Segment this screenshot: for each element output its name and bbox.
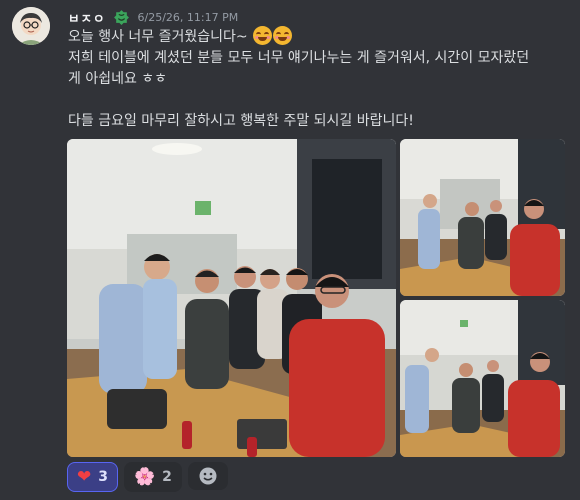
attachment-photo-top-right[interactable] xyxy=(400,139,565,296)
image-gallery xyxy=(67,139,565,457)
message-line: 저희 테이블에 계셨던 분들 모두 너무 얘기나누는 게 즐거워서, 시간이 모… xyxy=(68,50,530,66)
group-photo-top-right-image xyxy=(400,139,565,296)
reaction-heart-button[interactable]: ❤ 3 xyxy=(67,462,118,492)
reaction-blossom-button[interactable]: 🌸 2 xyxy=(124,462,182,492)
group-photo-bottom-right-image xyxy=(400,300,565,457)
smiling-face-emoji-icon xyxy=(273,26,293,45)
reaction-bar: ❤ 3 🌸 2 xyxy=(67,462,228,492)
add-reaction-smiley-icon xyxy=(199,467,217,485)
chat-message: ㅂㅈㅇ 6/25/26, 11:17 PM 오늘 행사 너무 즐거웠습니다~ 저… xyxy=(0,0,580,500)
message-timestamp[interactable]: 6/25/26, 11:17 PM xyxy=(138,11,239,24)
message-line: 오늘 행사 너무 즐거웠습니다~ xyxy=(68,26,568,48)
author-username[interactable]: ㅂㅈㅇ xyxy=(68,8,106,27)
user-avatar[interactable] xyxy=(12,7,50,45)
message-line xyxy=(68,90,568,111)
attachment-photo-bottom-right[interactable] xyxy=(400,300,565,457)
reaction-count: 3 xyxy=(98,469,108,485)
message-content: 오늘 행사 너무 즐거웠습니다~ 저희 테이블에 계셨던 분들 모두 너무 얘기… xyxy=(68,26,568,132)
cherry-blossom-icon: 🌸 xyxy=(134,466,156,487)
message-header: ㅂㅈㅇ 6/25/26, 11:17 PM xyxy=(68,8,238,26)
group-photo-large-image xyxy=(67,139,396,457)
server-badge-icon[interactable] xyxy=(113,9,130,26)
heart-icon: ❤ xyxy=(77,466,92,487)
reaction-count: 2 xyxy=(162,469,172,485)
add-reaction-button[interactable] xyxy=(187,462,228,490)
message-line: 다들 금요일 마무리 잘하시고 행복한 주말 되시길 바랍니다! xyxy=(68,113,414,129)
smiling-face-emoji-icon xyxy=(253,26,273,45)
attachment-photo-large[interactable] xyxy=(67,139,396,457)
message-line: 게 아쉽네요 ㅎㅎ xyxy=(68,71,168,87)
avatar-illustration xyxy=(12,7,50,45)
